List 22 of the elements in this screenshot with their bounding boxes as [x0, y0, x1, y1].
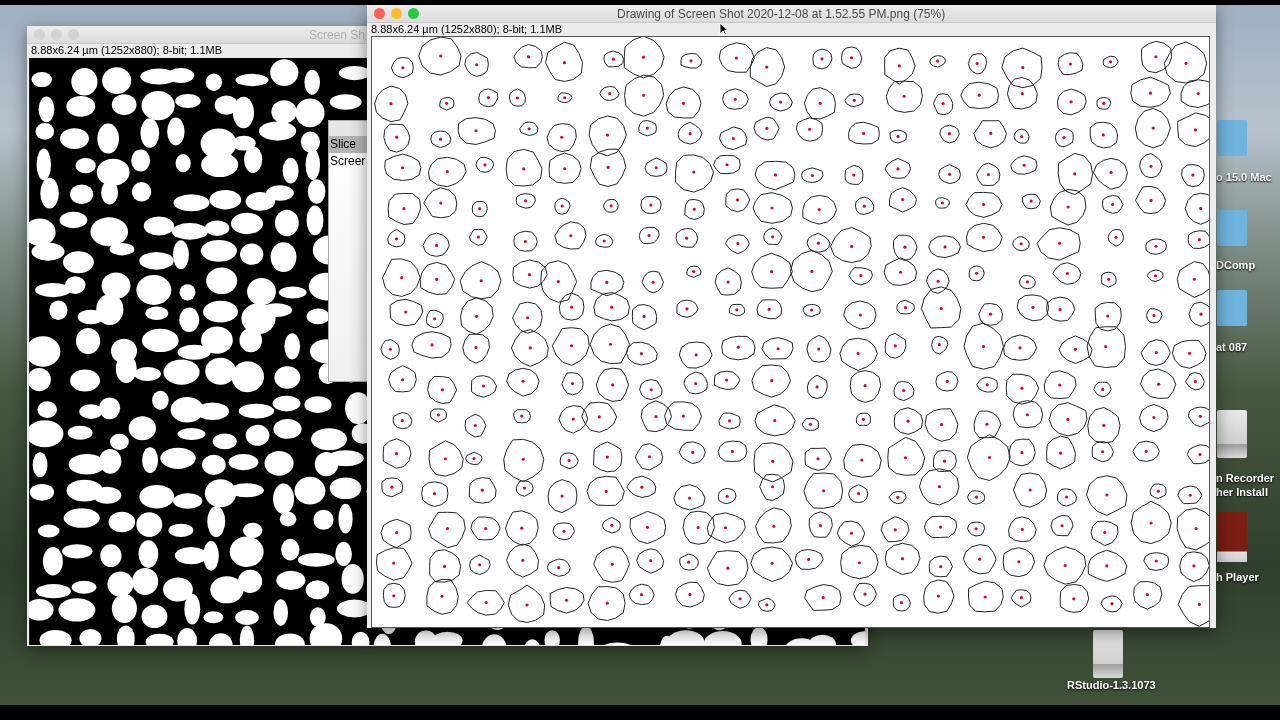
folder-icon[interactable]: [1217, 290, 1247, 326]
folder-icon[interactable]: [1217, 210, 1247, 246]
image-info: 8.88x6.24 µm (1252x880); 8-bit; 1.1MB: [31, 44, 222, 57]
drive-icon[interactable]: [1217, 410, 1247, 458]
list-item[interactable]: Slice: [329, 136, 367, 153]
zoom-button[interactable]: [68, 29, 79, 40]
flash-player-icon[interactable]: [1217, 512, 1247, 562]
minimize-button[interactable]: [51, 29, 62, 40]
icon-label[interactable]: at 087: [1216, 340, 1248, 354]
folder-icon[interactable]: [1217, 120, 1247, 156]
list-item[interactable]: Screer: [329, 153, 367, 170]
window-title: Drawing of Screen Shot 2020-12-08 at 1.52.55 PM.png (75%): [617, 6, 946, 21]
minimize-button[interactable]: [391, 8, 402, 19]
drive-icon[interactable]: [1093, 630, 1123, 678]
close-button[interactable]: [374, 8, 385, 19]
icon-label[interactable]: RStudio-1.3.1073: [1067, 678, 1156, 692]
zoom-button[interactable]: [408, 8, 419, 19]
icon-label[interactable]: DComp: [1216, 258, 1256, 272]
icon-label[interactable]: h Player: [1216, 570, 1259, 584]
close-button[interactable]: [34, 29, 45, 40]
icon-label[interactable]: n Recorder her Install: [1216, 471, 1275, 499]
image-info: 8.88x6.24 µm (1252x880); 8-bit; 1.1MB: [371, 23, 562, 36]
